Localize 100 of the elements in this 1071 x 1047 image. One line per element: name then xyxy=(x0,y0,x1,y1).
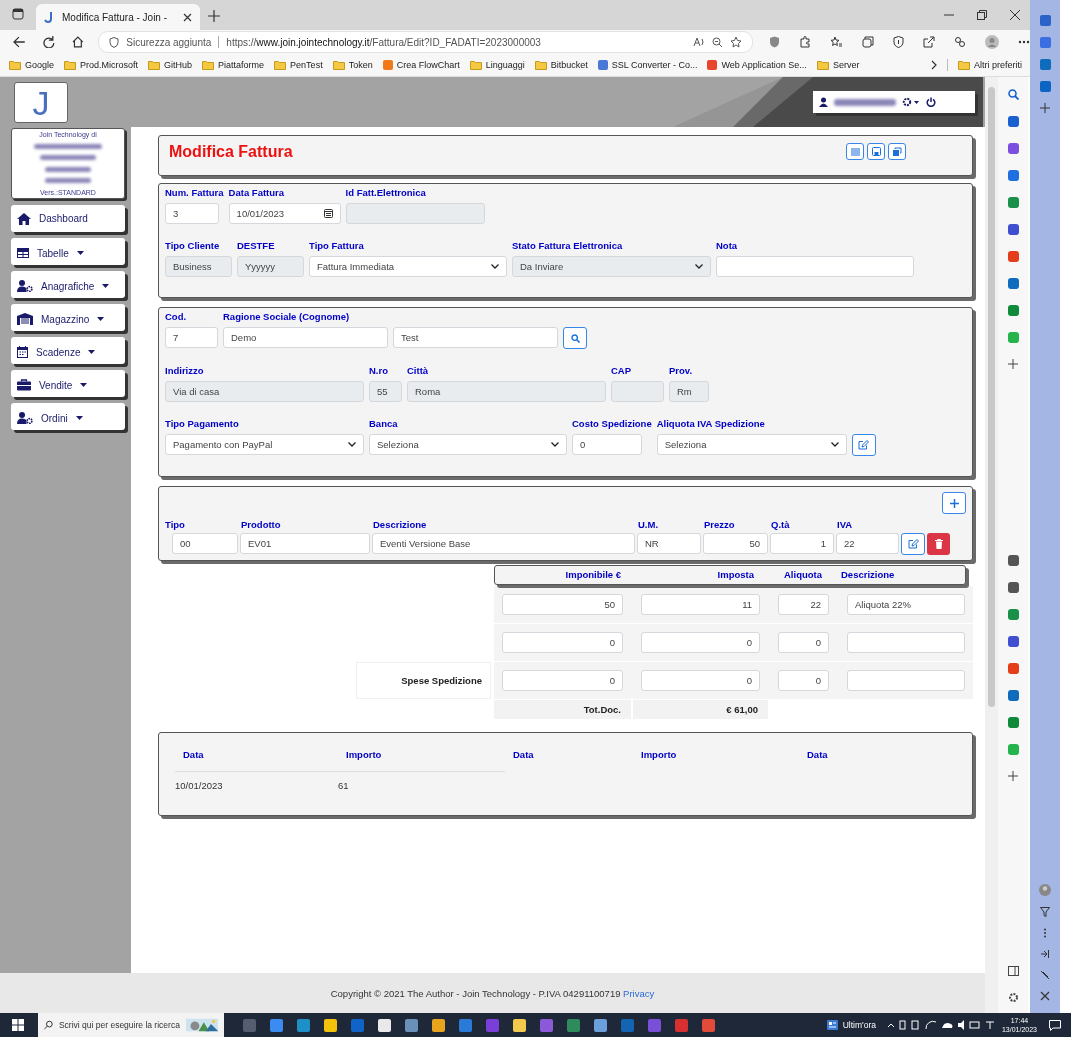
bookmark[interactable]: Server xyxy=(816,60,860,70)
app-icon[interactable] xyxy=(1007,635,1019,647)
zoom-out-icon[interactable] xyxy=(712,36,723,48)
input-field[interactable]: 11 xyxy=(641,594,760,615)
panel-icon[interactable] xyxy=(1007,966,1019,976)
input-field[interactable]: 00 xyxy=(172,533,238,554)
menu-item[interactable]: Vendite xyxy=(11,370,125,397)
browser-tab[interactable]: Modifica Fattura - Join - xyxy=(36,4,200,30)
news-widget[interactable]: Ultim'ora xyxy=(826,1020,876,1030)
input-field[interactable]: 7 xyxy=(165,327,218,348)
input-field[interactable]: 0 xyxy=(502,670,623,691)
input-field[interactable]: 0 xyxy=(502,632,623,653)
menu-item[interactable]: Scadenze xyxy=(11,337,125,364)
menu-item[interactable]: Tabelle xyxy=(11,238,125,265)
add-button[interactable] xyxy=(942,492,966,514)
windows-start-icon[interactable] xyxy=(12,1019,24,1031)
menu-item[interactable]: Ordini xyxy=(11,403,125,430)
plus-icon[interactable] xyxy=(208,10,220,22)
input-field[interactable]: 0 xyxy=(778,670,829,691)
bookmark[interactable]: Web Application Se... xyxy=(707,60,807,70)
app-icon[interactable] xyxy=(1007,581,1019,593)
input-field[interactable] xyxy=(716,256,914,277)
bookmark[interactable]: Bitbucket xyxy=(534,60,588,70)
input-field[interactable]: 1 xyxy=(770,533,834,554)
notification-icon[interactable] xyxy=(1049,1019,1061,1031)
puzzle-icon[interactable] xyxy=(799,36,811,48)
bookmark[interactable]: PenTest xyxy=(274,60,323,70)
filter-icon[interactable] xyxy=(1040,907,1050,917)
menu-item[interactable]: Anagrafiche xyxy=(11,271,125,298)
app-logo[interactable]: J xyxy=(14,81,68,123)
input-field[interactable]: 0 xyxy=(572,434,642,455)
close-icon[interactable] xyxy=(1010,10,1020,20)
bookmark[interactable]: Piattaforme xyxy=(202,60,265,70)
search-button[interactable] xyxy=(563,327,587,349)
share-icon[interactable] xyxy=(923,36,935,48)
back-icon[interactable] xyxy=(13,36,26,48)
input-field[interactable]: Test xyxy=(393,327,558,348)
input-field[interactable]: 22 xyxy=(778,594,829,615)
list-button[interactable] xyxy=(846,143,864,160)
edit-button[interactable] xyxy=(851,434,876,456)
shield-icon[interactable] xyxy=(893,36,904,48)
input-field[interactable]: 50 xyxy=(502,594,623,615)
app-icon[interactable] xyxy=(1007,554,1019,566)
input-field[interactable]: 50 xyxy=(703,533,768,554)
gear-icon[interactable] xyxy=(902,97,920,107)
bookmark[interactable]: Altri preferiti xyxy=(958,60,1022,70)
more-icon[interactable] xyxy=(1043,928,1047,938)
save-button[interactable] xyxy=(867,143,885,160)
app-icon[interactable] xyxy=(432,1018,445,1032)
collections-icon[interactable] xyxy=(862,36,874,48)
input-field[interactable]: Eventi Versione Base xyxy=(372,533,635,554)
read-aloud-icon[interactable] xyxy=(693,37,705,47)
input-field[interactable]: Aliquota 22% xyxy=(847,594,965,615)
edit-button[interactable] xyxy=(901,533,925,555)
address-field[interactable]: Sicurezza aggiunta https://www.join.jointechnology.it/Fattura/Edit?ID_FADATI=2023000003 xyxy=(98,31,753,53)
star-add-icon[interactable] xyxy=(730,36,742,48)
bookmark[interactable]: Token xyxy=(332,60,373,70)
close-icon[interactable] xyxy=(1040,991,1050,1001)
power-icon[interactable] xyxy=(926,97,936,107)
menu-item[interactable]: Dashboard xyxy=(11,205,125,232)
bookmark[interactable]: SSL Converter - Co... xyxy=(597,60,698,70)
extensions-icon[interactable] xyxy=(954,36,966,48)
app-icon[interactable] xyxy=(1007,224,1019,235)
taskbar-search-field[interactable]: Scrivi qui per eseguire la ricerca xyxy=(38,1013,224,1037)
copy-button[interactable] xyxy=(888,143,906,160)
date-field[interactable]: 10/01/2023 xyxy=(228,203,341,224)
input-field[interactable] xyxy=(847,632,965,653)
app-icon[interactable] xyxy=(324,1018,337,1032)
select-field[interactable]: Seleziona xyxy=(369,434,567,455)
input-field[interactable]: 3 xyxy=(165,203,219,224)
chevron-right-icon[interactable] xyxy=(931,60,937,70)
tab-actions-icon[interactable] xyxy=(12,8,24,20)
more-icon[interactable] xyxy=(1018,40,1030,44)
app-icon[interactable] xyxy=(378,1018,391,1032)
bookmark[interactable]: Crea FlowChart xyxy=(382,60,460,70)
input-field[interactable]: 22 xyxy=(836,533,899,554)
refresh-icon[interactable] xyxy=(42,36,55,48)
pin-icon[interactable] xyxy=(1040,949,1050,959)
input-field[interactable]: Demo xyxy=(223,327,388,348)
favorites-icon[interactable] xyxy=(830,36,843,48)
select-field[interactable]: Fattura Immediata xyxy=(309,256,507,277)
search-icon[interactable] xyxy=(1007,89,1019,100)
select-field[interactable]: Pagamento con PayPal xyxy=(165,434,364,455)
input-field[interactable]: 0 xyxy=(641,670,760,691)
avatar-icon[interactable] xyxy=(985,35,999,49)
plus-icon[interactable] xyxy=(1008,770,1018,781)
delete-button[interactable] xyxy=(927,533,950,555)
input-field[interactable]: NR xyxy=(637,533,701,554)
select-field[interactable]: Seleziona xyxy=(656,434,847,455)
gear-icon[interactable] xyxy=(1007,992,1019,1003)
close-icon[interactable] xyxy=(183,12,192,22)
app-icon[interactable] xyxy=(513,1018,526,1032)
bookmark[interactable]: Google xyxy=(9,60,55,70)
input-field[interactable]: EV01 xyxy=(240,533,370,554)
restore-icon[interactable] xyxy=(977,10,987,20)
input-field[interactable]: 0 xyxy=(778,632,829,653)
tray-icons-drawing[interactable] xyxy=(885,1020,996,1030)
app-icon[interactable] xyxy=(1007,116,1019,127)
bookmark[interactable]: Prod.Microsoft xyxy=(64,60,139,70)
plus-icon[interactable] xyxy=(1008,359,1018,369)
